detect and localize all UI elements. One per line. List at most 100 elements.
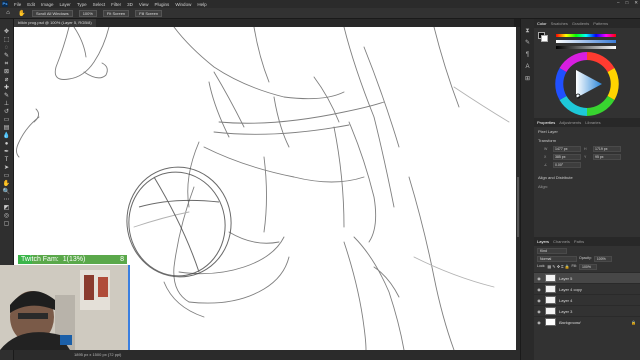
healing-brush-tool-icon[interactable]: ✚ [3,85,11,92]
lock-icons[interactable]: ▦ ✎ ✥ ⌗ 🔒 [547,264,569,270]
close-button[interactable]: ✕ [634,0,638,6]
tab-patterns[interactable]: Patterns [593,21,608,26]
tab-swatches[interactable]: Swatches [551,21,568,26]
width-field[interactable]: 1477 px [553,146,581,152]
y-field[interactable]: 95 px [593,154,621,160]
menu-image[interactable]: Image [41,2,54,7]
color-wheel[interactable] [552,52,622,116]
webcam-overlay [0,265,130,350]
menu-type[interactable]: Type [77,2,87,7]
paragraph-icon[interactable]: ¶ [524,51,532,59]
brush-tool-icon[interactable]: ✎ [3,93,11,100]
frame-tool-icon[interactable]: ⊠ [3,69,11,76]
layer-row-layer-4-copy[interactable]: ◉ Layer 4 copy [534,283,640,294]
menu-file[interactable]: File [14,2,21,7]
menu-bar: Ps File Edit Image Layer Type Select Fil… [0,0,640,8]
x-field[interactable]: 385 px [553,154,581,160]
tab-layers[interactable]: Layers [537,239,549,244]
move-tool-icon[interactable]: ✥ [3,29,11,36]
menu-edit[interactable]: Edit [27,2,35,7]
eyedropper-tool-icon[interactable]: ⌀ [3,77,11,84]
saturation-slider[interactable] [556,40,616,43]
scrollbar-thumb[interactable] [517,177,519,237]
menu-layer[interactable]: Layer [60,2,71,7]
gradient-tool-icon[interactable]: ▤ [3,125,11,132]
quick-select-tool-icon[interactable]: ✎ [3,53,11,60]
tab-libraries[interactable]: Libraries [585,120,600,125]
menu-select[interactable]: Select [93,2,106,7]
eraser-tool-icon[interactable]: ▭ [3,117,11,124]
fill-field[interactable]: 100% [579,264,597,270]
maximize-button[interactable]: □ [626,0,629,6]
layer-row-layer-5[interactable]: ◉ Layer 5 [534,272,640,283]
angle-field[interactable]: 0.00° [553,162,581,168]
menu-window[interactable]: Window [175,2,191,7]
blend-mode-select[interactable]: Normal [537,256,577,262]
clone-stamp-tool-icon[interactable]: ⊥ [3,101,11,108]
opacity-field[interactable]: 100% [593,256,612,262]
crop-tool-icon[interactable]: ⌗ [3,61,11,68]
visibility-eye-icon[interactable]: ◉ [536,276,542,281]
photoshop-logo: Ps [2,1,8,7]
navigator-icon[interactable]: ⊞ [524,75,532,83]
hue-slider[interactable] [556,34,616,37]
type-tool-icon[interactable]: T [3,157,11,164]
menu-help[interactable]: Help [197,2,206,7]
background-color-swatch[interactable] [541,35,548,42]
layer-thumbnail [545,285,556,293]
zoom-100-button[interactable]: 100% [78,9,97,17]
fill-screen-button[interactable]: Fill Screen [135,9,163,17]
layer-row-layer-3[interactable]: ◉ Layer 3 [534,305,640,316]
quick-mask-icon[interactable]: ◎ [3,213,11,220]
lock-label: Lock: [537,264,546,268]
hand-tool-icon[interactable]: ✋ [18,10,26,17]
layer-row-layer-4[interactable]: ◉ Layer 4 [534,294,640,305]
rectangle-tool-icon[interactable]: ▭ [3,173,11,180]
width-label: W [544,147,548,151]
document-tab[interactable]: bilkin prog.psd @ 100% (Layer 5, RGB/8) [14,19,96,27]
menu-view[interactable]: View [139,2,149,7]
minimize-button[interactable]: – [617,0,620,6]
tab-paths[interactable]: Paths [574,239,584,244]
visibility-eye-icon[interactable]: ◉ [536,287,542,292]
align-distribute-header[interactable]: Align and Distribute [534,173,640,182]
home-icon[interactable]: ⌂ [4,10,12,17]
tab-adjustments[interactable]: Adjustments [559,120,581,125]
layer-row-background[interactable]: ◉ Background 🔒 [534,316,640,327]
hand-tool-icon[interactable]: ✋ [3,181,11,188]
opacity-label: Opacity: [579,256,592,260]
menu-filter[interactable]: Filter [111,2,121,7]
visibility-eye-icon[interactable]: ◉ [536,298,542,303]
transform-section-header[interactable]: Transform [534,136,640,145]
tab-color[interactable]: Color [537,21,547,26]
tab-channels[interactable]: Channels [553,239,570,244]
menu-plugins[interactable]: Plugins [155,2,170,7]
y-label: Y [584,155,587,159]
foreground-background-swatch[interactable] [538,32,548,42]
marquee-tool-icon[interactable]: ⬚ [3,37,11,44]
history-icon[interactable]: ⧗ [524,27,532,35]
tab-gradients[interactable]: Gradients [572,21,589,26]
path-select-tool-icon[interactable]: ➤ [3,165,11,172]
visibility-eye-icon[interactable]: ◉ [536,320,542,325]
more-tools-icon[interactable]: ⋯ [3,197,11,204]
menu-3d[interactable]: 3D [127,2,133,7]
dodge-tool-icon[interactable]: ● [3,141,11,148]
fit-screen-button[interactable]: Fit Screen [102,9,130,17]
pen-tool-icon[interactable]: ✒ [3,149,11,156]
visibility-eye-icon[interactable]: ◉ [536,309,542,314]
history-brush-tool-icon[interactable]: ↺ [3,109,11,116]
height-field[interactable]: 1719 px [593,146,621,152]
screen-mode-icon[interactable]: ▢ [3,221,11,228]
character-icon[interactable]: A [524,63,532,71]
blur-tool-icon[interactable]: 💧 [3,133,11,140]
foreground-background-icon[interactable]: ◩ [3,205,11,212]
lasso-tool-icon[interactable]: ◌ [3,45,11,52]
scroll-all-windows-checkbox[interactable]: Scroll All Windows [32,9,73,17]
layer-kind-filter[interactable]: Kind [537,248,567,254]
color-panel [534,28,640,118]
brightness-slider[interactable] [556,46,616,49]
tab-properties[interactable]: Properties [537,120,555,125]
zoom-tool-icon[interactable]: 🔍 [3,189,11,196]
brush-settings-icon[interactable]: ✎ [524,39,532,47]
